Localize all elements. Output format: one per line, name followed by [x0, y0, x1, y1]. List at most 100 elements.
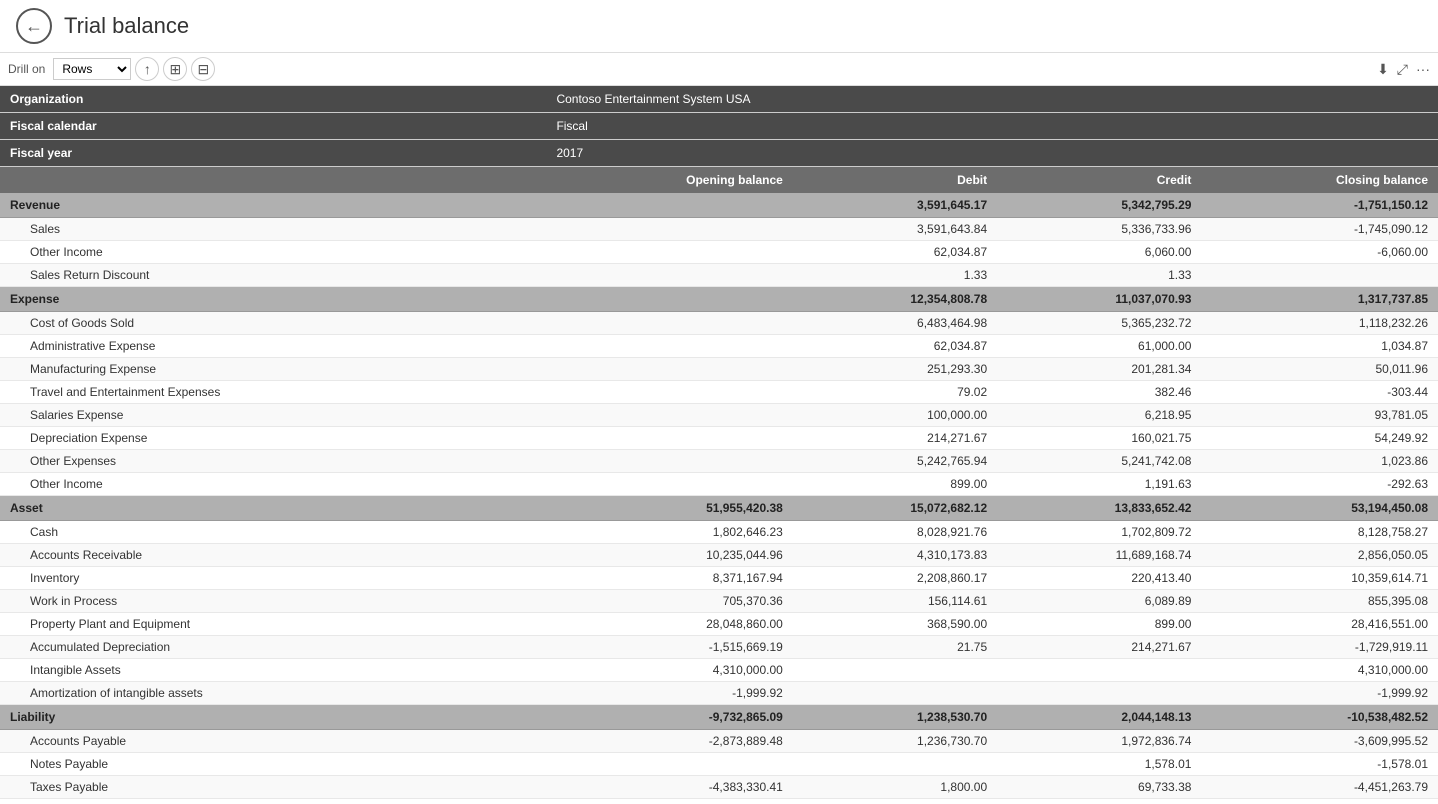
item-debit: 2,208,860.17	[793, 567, 997, 590]
item-opening-balance	[546, 335, 792, 358]
item-closing-balance: 1,118,232.26	[1201, 312, 1438, 335]
item-opening-balance	[546, 473, 792, 496]
item-credit: 1,702,809.72	[997, 521, 1201, 544]
item-debit: 1.33	[793, 264, 997, 287]
category-credit: 2,044,148.13	[997, 705, 1201, 730]
table-row: Travel and Entertainment Expenses 79.02 …	[0, 381, 1438, 404]
category-closing-balance: 1,317,737.85	[1201, 287, 1438, 312]
col-opening-balance-header: Opening balance	[546, 167, 792, 194]
item-credit: 5,365,232.72	[997, 312, 1201, 335]
item-closing-balance: -3,609,995.52	[1201, 730, 1438, 753]
item-opening-balance	[546, 264, 792, 287]
table-row: Cash 1,802,646.23 8,028,921.76 1,702,809…	[0, 521, 1438, 544]
item-debit: 21.75	[793, 636, 997, 659]
table-row: Other Income 62,034.87 6,060.00 -6,060.0…	[0, 241, 1438, 264]
item-credit: 6,089.89	[997, 590, 1201, 613]
item-opening-balance: 4,310,000.00	[546, 659, 792, 682]
item-opening-balance	[546, 404, 792, 427]
item-debit	[793, 682, 997, 705]
item-closing-balance: -2,475,645.20	[1201, 799, 1438, 804]
item-debit: 62,034.87	[793, 335, 997, 358]
item-closing-balance: 28,416,551.00	[1201, 613, 1438, 636]
item-opening-balance	[546, 427, 792, 450]
page-title: Trial balance	[64, 13, 189, 39]
item-debit: 79.02	[793, 381, 997, 404]
category-opening-balance	[546, 287, 792, 312]
item-credit: 160,021.75	[997, 427, 1201, 450]
item-credit: 1.33	[997, 264, 1201, 287]
item-name: Other Income	[0, 241, 546, 264]
item-credit: 1,972,836.74	[997, 730, 1201, 753]
item-credit: 11,689,168.74	[997, 544, 1201, 567]
item-credit: 69,733.38	[997, 776, 1201, 799]
collapse-button[interactable]: ⊟	[191, 57, 215, 81]
expand-view-icon[interactable]: ⤢	[1397, 61, 1408, 78]
category-name: Liability	[0, 705, 546, 730]
item-name: Cash	[0, 521, 546, 544]
category-credit: 11,037,070.93	[997, 287, 1201, 312]
item-opening-balance	[546, 381, 792, 404]
category-credit: 5,342,795.29	[997, 193, 1201, 218]
table-container: Organization Contoso Entertainment Syste…	[0, 86, 1438, 804]
item-opening-balance: -2,873,889.48	[546, 730, 792, 753]
item-closing-balance: -1,729,919.11	[1201, 636, 1438, 659]
col-name-header	[0, 167, 546, 194]
category-row: Asset 51,955,420.38 15,072,682.12 13,833…	[0, 496, 1438, 521]
category-opening-balance: 51,955,420.38	[546, 496, 792, 521]
item-closing-balance: 54,249.92	[1201, 427, 1438, 450]
table-row: Amortization of intangible assets -1,999…	[0, 682, 1438, 705]
item-credit: 201,281.34	[997, 358, 1201, 381]
category-credit: 13,833,652.42	[997, 496, 1201, 521]
item-credit	[997, 659, 1201, 682]
category-name: Expense	[0, 287, 546, 312]
item-debit: 214,271.67	[793, 427, 997, 450]
col-credit-header: Credit	[997, 167, 1201, 194]
table-row: Property Plant and Equipment 28,048,860.…	[0, 613, 1438, 636]
item-name: Travel and Entertainment Expenses	[0, 381, 546, 404]
col-closing-balance-header: Closing balance	[1201, 167, 1438, 194]
item-name: Taxes Payable	[0, 776, 546, 799]
item-name: Depreciation Expense	[0, 427, 546, 450]
back-button[interactable]: ←	[16, 8, 52, 44]
category-debit: 1,238,530.70	[793, 705, 997, 730]
app-header: ← Trial balance	[0, 0, 1438, 53]
category-row: Revenue 3,591,645.17 5,342,795.29 -1,751…	[0, 193, 1438, 218]
item-opening-balance	[546, 358, 792, 381]
item-credit: 5,241,742.08	[997, 450, 1201, 473]
item-name: Other Current Liabilities	[0, 799, 546, 804]
item-name: Amortization of intangible assets	[0, 682, 546, 705]
table-row: Manufacturing Expense 251,293.30 201,281…	[0, 358, 1438, 381]
item-closing-balance: 8,128,758.27	[1201, 521, 1438, 544]
item-debit: 899.00	[793, 473, 997, 496]
item-opening-balance: 8,371,167.94	[546, 567, 792, 590]
item-closing-balance: 1,023.86	[1201, 450, 1438, 473]
item-debit: 368,590.00	[793, 613, 997, 636]
expand-button[interactable]: ⊞	[163, 57, 187, 81]
item-opening-balance	[546, 450, 792, 473]
item-credit: 1,578.01	[997, 753, 1201, 776]
drill-up-button[interactable]: ↑	[135, 57, 159, 81]
download-icon[interactable]: ⬇	[1377, 61, 1389, 78]
toolbar-right: ⬇ ⤢ ···	[1377, 61, 1430, 78]
item-name: Sales Return Discount	[0, 264, 546, 287]
item-name: Other Income	[0, 473, 546, 496]
item-credit	[997, 799, 1201, 804]
item-name: Accounts Receivable	[0, 544, 546, 567]
category-debit: 15,072,682.12	[793, 496, 997, 521]
rows-select[interactable]: Rows Columns	[53, 58, 131, 80]
table-row: Other Current Liabilities -2,475,645.20 …	[0, 799, 1438, 804]
table-row: Accounts Receivable 10,235,044.96 4,310,…	[0, 544, 1438, 567]
category-closing-balance: -10,538,482.52	[1201, 705, 1438, 730]
column-headers: Opening balance Debit Credit Closing bal…	[0, 167, 1438, 194]
item-name: Notes Payable	[0, 753, 546, 776]
category-row: Liability -9,732,865.09 1,238,530.70 2,0…	[0, 705, 1438, 730]
item-closing-balance: -1,745,090.12	[1201, 218, 1438, 241]
item-credit: 6,218.95	[997, 404, 1201, 427]
category-debit: 12,354,808.78	[793, 287, 997, 312]
item-opening-balance: -2,475,645.20	[546, 799, 792, 804]
item-closing-balance: 1,034.87	[1201, 335, 1438, 358]
trial-balance-table: Organization Contoso Entertainment Syste…	[0, 86, 1438, 804]
fiscal-year-row: Fiscal year 2017	[0, 140, 1438, 167]
item-debit: 1,236,730.70	[793, 730, 997, 753]
more-options-icon[interactable]: ···	[1416, 61, 1430, 77]
